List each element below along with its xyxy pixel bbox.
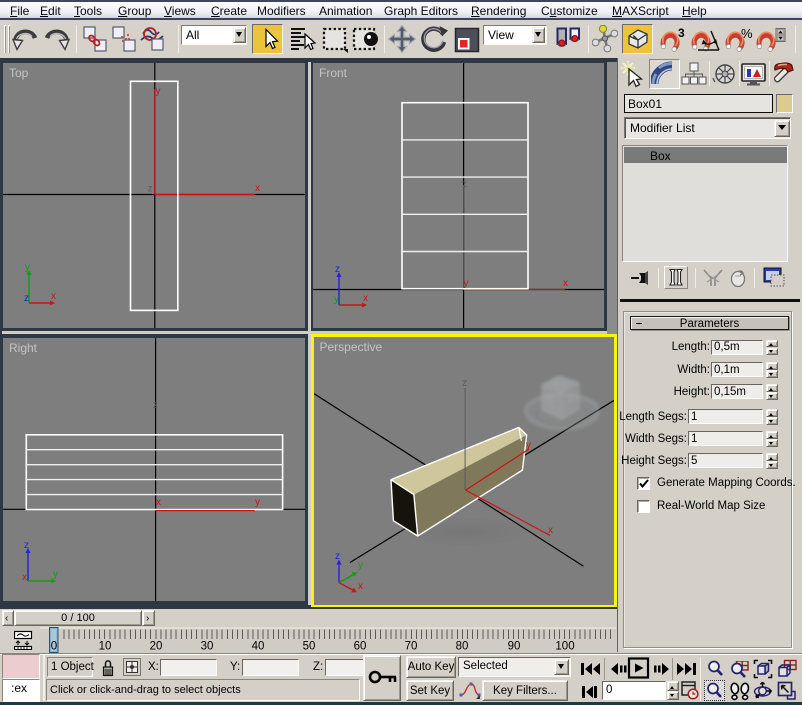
svg-text:x: x (358, 581, 363, 592)
svg-text:z: z (462, 378, 467, 389)
svg-text:70: 70 (405, 641, 418, 653)
svg-text:y: y (53, 569, 58, 580)
svg-text:y: y (156, 86, 161, 97)
svg-text:z: z (335, 264, 340, 275)
svg-text:y: y (255, 497, 260, 508)
svg-text:y: y (334, 294, 339, 305)
svg-text:30: 30 (201, 641, 214, 653)
svg-text:y: y (526, 440, 531, 451)
svg-text:80: 80 (456, 641, 469, 653)
svg-text:x: x (22, 572, 27, 583)
svg-text:y: y (25, 262, 30, 273)
svg-text:x: x (156, 497, 161, 508)
svg-text:x: x (255, 183, 260, 194)
svg-text:z: z (462, 179, 467, 190)
svg-text:40: 40 (252, 641, 265, 653)
svg-text:90: 90 (508, 641, 521, 653)
svg-text:x: x (363, 293, 368, 304)
svg-text:3: 3 (678, 26, 685, 40)
svg-text:z: z (153, 400, 158, 411)
svg-text:x: x (548, 525, 553, 536)
svg-text:z: z (24, 540, 29, 551)
svg-text:10: 10 (99, 641, 112, 653)
svg-text:y: y (464, 278, 469, 289)
svg-text:z: z (24, 293, 29, 304)
svg-text:60: 60 (354, 641, 367, 653)
svg-text:z: z (148, 184, 153, 195)
svg-text:z: z (335, 551, 340, 562)
svg-text:%: % (741, 26, 753, 41)
svg-text:0: 0 (51, 641, 57, 653)
svg-text:x: x (563, 278, 568, 289)
svg-text:y: y (358, 560, 363, 571)
svg-text:x: x (51, 291, 56, 302)
svg-text:100: 100 (555, 641, 574, 653)
svg-text:50: 50 (303, 641, 316, 653)
svg-text:20: 20 (150, 641, 163, 653)
